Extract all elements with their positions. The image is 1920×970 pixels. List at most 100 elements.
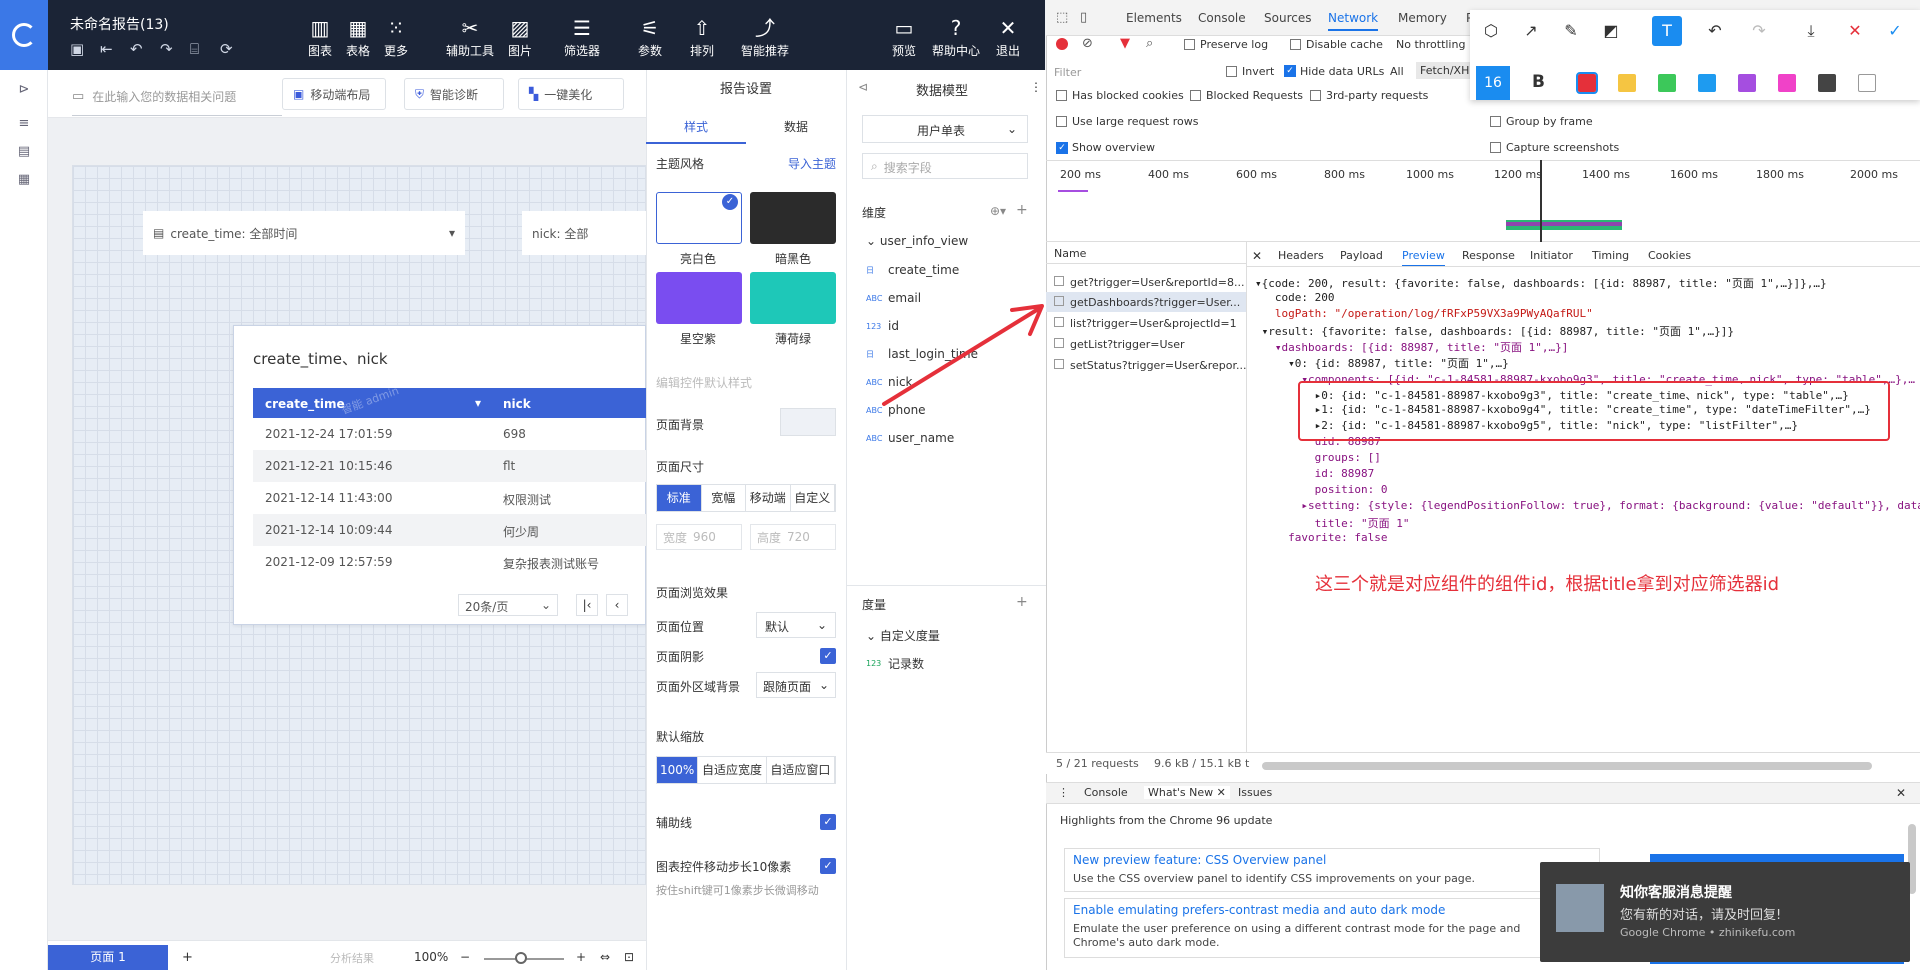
toolbar-tools-button[interactable]: ✂ 辅助工具 [442,16,498,59]
filter-input[interactable]: Filter [1054,66,1081,79]
column-header-nick[interactable]: nick [503,397,531,411]
edit-default-style[interactable]: 编辑控件默认样式 [656,374,752,391]
close-drawer-icon[interactable]: ✕ [1896,786,1906,800]
zoom-segmented[interactable]: 100% 自适应宽度 自适应窗口 [656,756,836,784]
custom-measure[interactable]: ⌄ 自定义度量 [866,627,940,644]
tab-memory[interactable]: Memory [1398,11,1447,25]
first-page-button[interactable]: |‹ [576,594,598,616]
horizontal-scrollbar[interactable] [1262,762,1872,770]
size-mobile[interactable]: 移动端 [746,485,791,511]
format-painter-icon[interactable]: ⌸ [190,40,199,58]
size-standard[interactable]: 标准 [657,485,702,511]
page-bg-color-picker[interactable] [780,408,836,436]
add-dimension-icon[interactable]: + [1016,202,1028,218]
request-checkbox[interactable] [1054,338,1064,348]
guides-checkbox[interactable]: ✓ [820,814,836,830]
tab-sources[interactable]: Sources [1264,11,1311,25]
close-detail-icon[interactable]: ✕ [1252,249,1262,263]
inspect-icon[interactable]: ⬚ [1056,10,1068,25]
view-name[interactable]: ⌄ user_info_view [866,234,968,248]
step-checkbox[interactable]: ✓ [820,858,836,874]
field-item[interactable]: 123 记录数 [866,655,924,672]
tab-console[interactable]: Console [1198,11,1246,25]
tab-network[interactable]: Network [1328,11,1379,31]
close-icon[interactable]: ✕ [1217,786,1226,799]
add-page-button[interactable]: + [182,950,193,965]
zoom-100[interactable]: 100% [657,757,699,783]
tab-response[interactable]: Response [1462,249,1515,262]
import-theme-link[interactable]: 导入主题 [788,155,836,172]
browse-section-title[interactable]: 页面浏览效果 [656,584,728,601]
field-item[interactable]: 日 create_time [866,263,959,277]
drawer-menu-icon[interactable]: ⋮ [1058,786,1069,799]
preserve-log-checkbox[interactable] [1184,39,1195,50]
news-card[interactable]: Enable emulating prefers-contrast media … [1064,898,1600,958]
zoom-out-button[interactable]: − [460,950,470,964]
pen-icon[interactable]: ✎ [1556,16,1586,46]
request-row[interactable]: getList?trigger=User [1054,338,1185,351]
color-swatch-green[interactable] [1658,74,1676,92]
blocked-requests-checkbox[interactable] [1190,90,1201,101]
request-row[interactable]: get?trigger=User&reportId=8... [1054,276,1244,289]
theme-dark[interactable] [750,192,836,244]
record-button[interactable] [1056,38,1068,50]
redo-icon[interactable]: ↷ [1744,16,1774,46]
analysis-result-button[interactable]: 分析结果 [330,950,374,966]
name-column-header[interactable]: Name [1046,242,1246,264]
color-swatch-white[interactable] [1858,74,1876,92]
theme-section-title[interactable]: 主题风格 [656,155,704,172]
shape-icon[interactable]: ⬡ [1476,16,1506,46]
request-row[interactable]: list?trigger=User&projectId=1 [1054,317,1237,330]
text-tool-icon[interactable]: T [1652,16,1682,46]
zoom-fit-width[interactable]: 自适应宽度 [698,757,767,783]
news-card[interactable]: New preview feature: CSS Overview panel … [1064,848,1600,892]
back-to-start-icon[interactable]: ⇤ [100,40,113,58]
size-wide[interactable]: 宽幅 [702,485,746,511]
toolbar-more-button[interactable]: ⁙ 更多 [370,16,422,59]
theme-purple[interactable] [656,272,742,324]
field-search-input[interactable]: ⌕ 搜索字段 [862,153,1028,179]
table-select[interactable]: 用户单表 ⌄ [862,115,1028,143]
redo-icon[interactable]: ↷ [160,40,173,58]
request-checkbox[interactable] [1054,276,1064,286]
zoom-section-title[interactable]: 默认缩放 [656,728,704,745]
globe-icon[interactable]: ⊕▾ [990,204,1006,218]
toolbar-smart-button[interactable]: ⤴ 智能推荐 [735,16,795,59]
disable-cache-checkbox[interactable] [1290,39,1301,50]
request-checkbox[interactable] [1054,359,1064,369]
table-row[interactable]: 2021-12-09 12:57:59 复杂报表测试账号 [253,546,646,578]
group-by-frame-checkbox[interactable] [1490,116,1501,127]
type-all[interactable]: All [1390,65,1404,78]
smart-diagnose-button[interactable]: ⛨ 智能诊断 [404,78,504,110]
arrow-tool-icon[interactable]: ↗ [1516,16,1546,46]
fit-window-icon[interactable]: ⊡ [624,950,634,964]
json-line[interactable]: ▾result: {favorite: false, dashboards: [… [1255,323,1734,339]
request-checkbox[interactable] [1054,317,1064,327]
create-time-filter[interactable]: ▤ create_time: 全部时间 ▾ [143,211,465,255]
json-line[interactable]: code: 200 [1255,291,1335,304]
toolbar-preview-button[interactable]: ▭ 预览 [878,16,930,59]
calendar-icon[interactable]: ▤ [14,144,34,160]
tab-initiator[interactable]: Initiator [1530,249,1573,262]
zoom-fit-window[interactable]: 自适应窗口 [767,757,836,783]
page-shadow-checkbox[interactable]: ✓ [820,648,836,664]
theme-mint[interactable] [750,272,836,324]
color-swatch-yellow[interactable] [1618,74,1636,92]
toolbar-image-button[interactable]: ▨ 图片 [494,16,546,59]
throttling-select[interactable]: No throttling [1396,38,1465,51]
mosaic-icon[interactable]: ◩ [1596,16,1626,46]
download-icon[interactable]: ⤓ [1796,16,1826,46]
json-line[interactable]: title: "页面 1" [1255,515,1410,531]
size-custom[interactable]: 自定义 [791,485,835,511]
table-row[interactable]: 2021-12-24 17:01:59 698 [253,418,646,450]
request-row[interactable]: setStatus?trigger=User&repor... [1054,359,1246,372]
blocked-cookies-checkbox[interactable] [1056,90,1067,101]
table-row[interactable]: 2021-12-14 11:43:00 权限测试 [253,482,646,514]
json-line[interactable]: ▸setting: {style: {legendPositionFollow:… [1255,499,1920,512]
zoom-slider-handle[interactable] [515,952,527,964]
more-options-icon[interactable]: ⋮ [1030,80,1042,94]
tab-style[interactable]: 样式 [646,112,746,144]
json-line[interactable]: logPath: "/operation/log/fRFxP59VX3a9PWy… [1255,307,1593,320]
tab-cookies[interactable]: Cookies [1648,249,1691,262]
filter-icon[interactable]: ▼ [1120,36,1130,51]
